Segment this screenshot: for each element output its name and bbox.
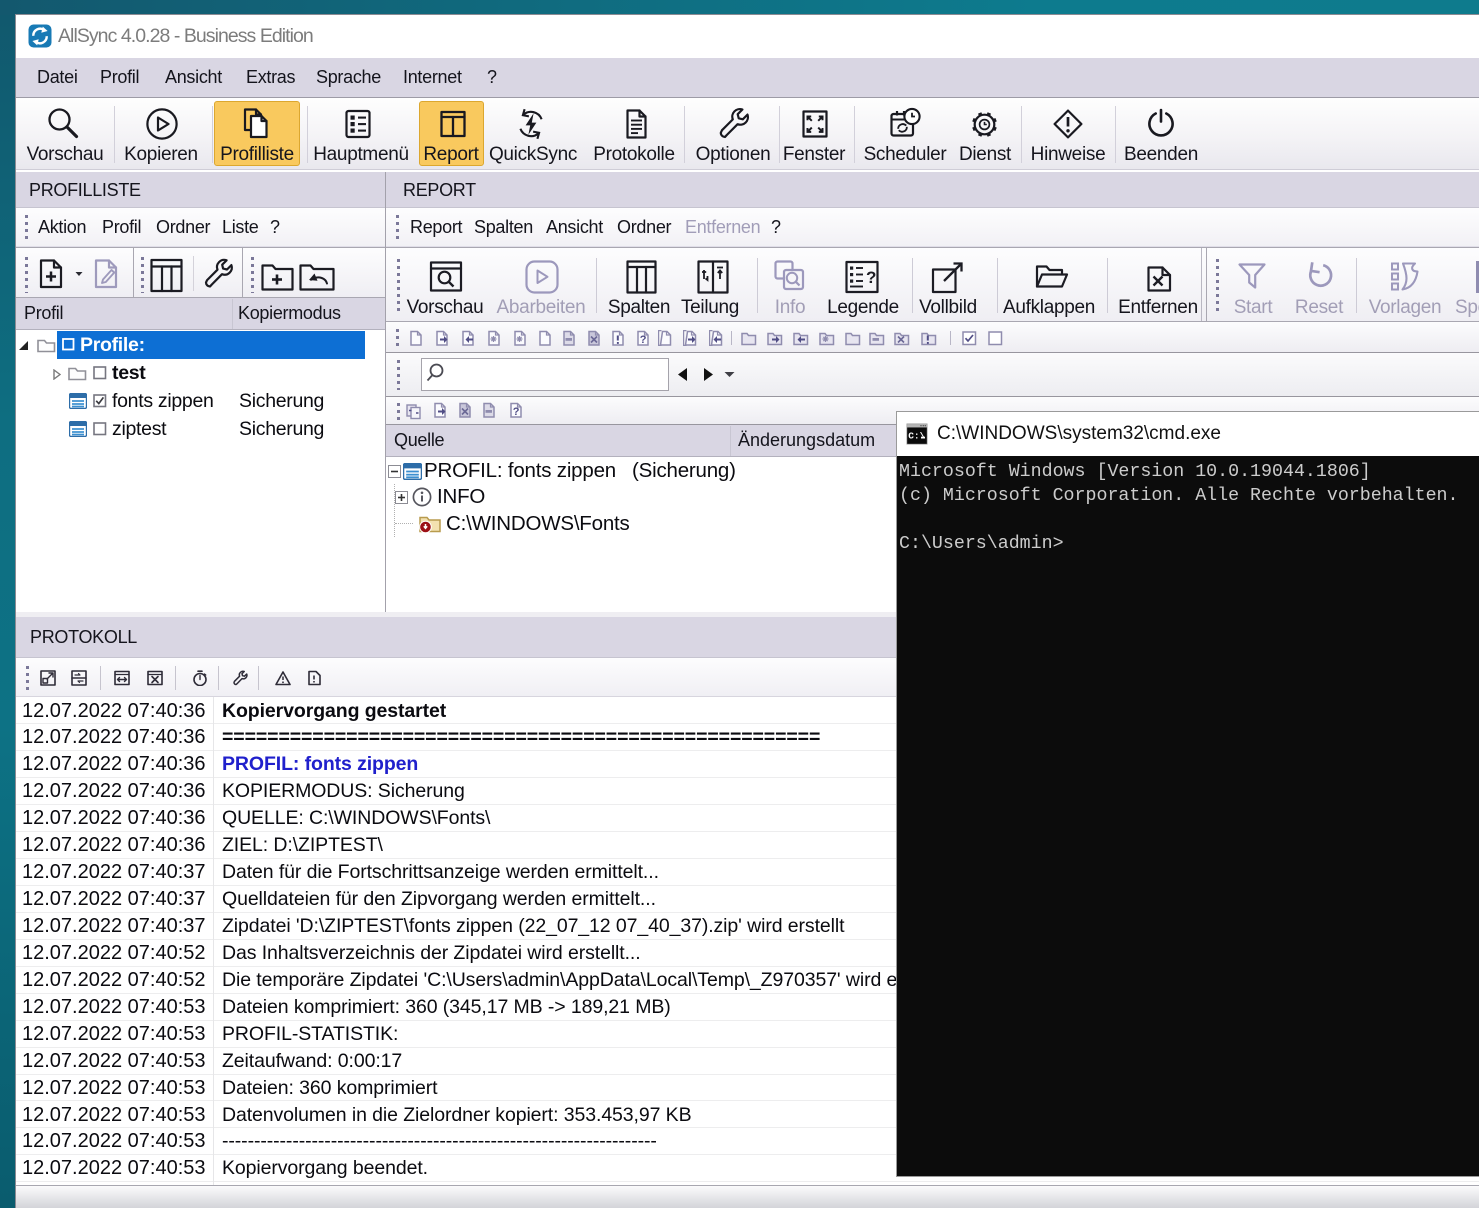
svg-text:?: ? [513,406,520,418]
svg-text:?: ? [640,334,647,346]
svg-text:C:\: C:\ [908,431,925,442]
svg-text:?: ? [866,268,876,287]
